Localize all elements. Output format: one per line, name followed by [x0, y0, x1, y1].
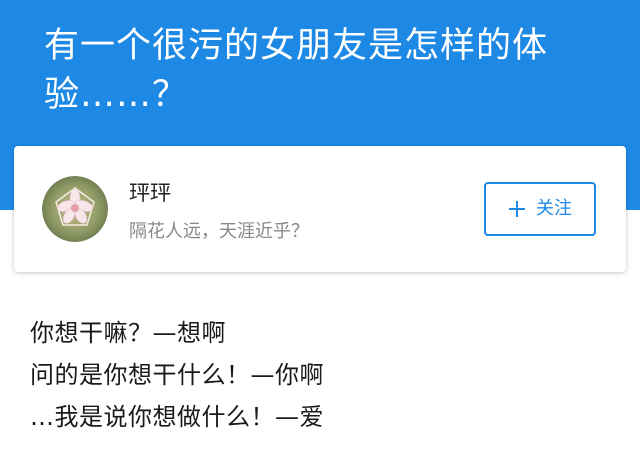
answer-body: 你想干嘛？—想啊 问的是你想干什么！—你啊 …我是说你想做什么！—爱 [30, 312, 620, 438]
author-name[interactable]: 玶玶 [129, 180, 171, 206]
follow-button[interactable]: 关注 [484, 182, 596, 236]
author-bio: 隔花人远，天涯近乎？ [129, 221, 309, 242]
question-title[interactable]: 有一个很污的女朋友是怎样的体验……？ [44, 22, 604, 120]
answer-page: 有一个很污的女朋友是怎样的体验……？ 玶玶 隔花人远，天涯近乎？ 关注 你想干嘛… [0, 0, 640, 471]
flower-avatar-icon [42, 176, 108, 242]
avatar[interactable] [42, 176, 108, 242]
answer-line: 问的是你想干什么！—你啊 [30, 361, 324, 389]
answer-line: …我是说你想做什么！—爱 [30, 403, 324, 431]
author-card: 玶玶 隔花人远，天涯近乎？ 关注 [14, 146, 626, 272]
plus-icon [509, 201, 525, 217]
answer-line: 你想干嘛？—想啊 [30, 319, 226, 347]
follow-label: 关注 [536, 198, 572, 219]
